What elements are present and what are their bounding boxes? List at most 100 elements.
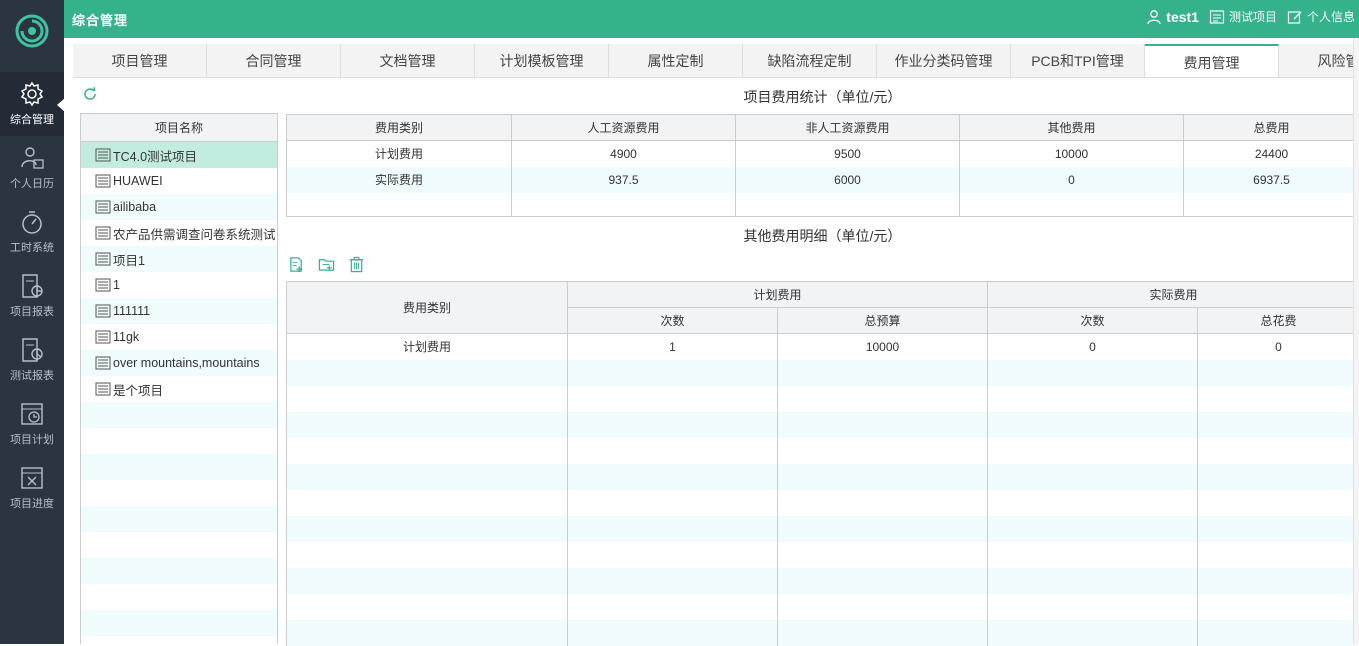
project-list-panel: 项目名称 TC4.0测试项目HUAWEIailibaba农产品供需调查问卷系统测…	[80, 113, 278, 644]
app-logo[interactable]	[0, 0, 64, 62]
tab-6[interactable]: 作业分类码管理	[877, 44, 1011, 78]
stats-cell: 0	[960, 167, 1184, 193]
profile-link[interactable]: 个人信息	[1287, 8, 1355, 25]
project-list-item[interactable]: 11gk	[81, 324, 277, 350]
empty-cell	[988, 360, 1198, 386]
sidebar-item-2[interactable]: 工时系统	[0, 200, 64, 264]
empty-cell	[287, 568, 568, 594]
sidebar-item-3[interactable]: 项目报表	[0, 264, 64, 328]
table-row[interactable]: 计划费用11000000	[287, 334, 1359, 360]
list-doc-icon	[95, 304, 111, 318]
empty-cell	[778, 464, 988, 490]
empty-cell	[1198, 386, 1359, 412]
page-scrollbar[interactable]	[1353, 38, 1359, 644]
project-list-item[interactable]: 1	[81, 272, 277, 298]
planned-count-header: 次数	[568, 308, 778, 334]
sidebar-item-1[interactable]: 个人日历	[0, 136, 64, 200]
detail-cell: 计划费用	[287, 334, 568, 360]
other-cost-detail-title: 其他费用明细（单位/元）	[286, 226, 1359, 246]
project-list-item[interactable]: ailibaba	[81, 194, 277, 220]
project-list-item[interactable]: TC4.0测试项目	[81, 142, 277, 168]
list-doc-icon	[95, 148, 111, 162]
empty-row	[81, 480, 277, 506]
empty-cell	[778, 490, 988, 516]
user-menu[interactable]: test1	[1146, 9, 1199, 25]
empty-cell	[1198, 594, 1359, 620]
table-row[interactable]: 实际费用937.5600006937.5	[287, 167, 1359, 193]
tab-9[interactable]: 风险管理	[1279, 44, 1359, 78]
refresh-icon[interactable]	[82, 86, 98, 102]
empty-row	[287, 542, 1359, 568]
swirl-logo-icon	[15, 14, 49, 48]
add-row-icon[interactable]	[288, 256, 305, 273]
project-list-item[interactable]: HUAWEI	[81, 168, 277, 194]
project-list-item[interactable]: 项目1	[81, 246, 277, 272]
delete-trash-icon[interactable]	[348, 256, 365, 273]
tab-8[interactable]: 费用管理	[1145, 44, 1279, 78]
empty-row	[287, 490, 1359, 516]
empty-row	[81, 558, 277, 584]
sidebar-item-0[interactable]: 综合管理	[0, 72, 64, 136]
empty-cell	[568, 542, 778, 568]
empty-cell	[287, 594, 568, 620]
sidebar-item-label: 项目计划	[10, 431, 54, 447]
stats-column-header: 非人工资源费用	[736, 115, 960, 141]
table-row[interactable]: 计划费用490095001000024400	[287, 141, 1359, 167]
project-name: ailibaba	[113, 200, 156, 214]
tab-4[interactable]: 属性定制	[609, 44, 743, 78]
empty-cell	[1198, 620, 1359, 646]
empty-cell	[988, 464, 1198, 490]
stats-cell: 937.5	[512, 167, 736, 193]
edit-folder-icon[interactable]	[318, 256, 335, 273]
sidebar-item-6[interactable]: 项目进度	[0, 456, 64, 520]
empty-cell	[778, 438, 988, 464]
sidebar-item-4[interactable]: 测试报表	[0, 328, 64, 392]
empty-cell	[568, 386, 778, 412]
detail-cell: 10000	[778, 334, 988, 360]
tab-3[interactable]: 计划模板管理	[475, 44, 609, 78]
test-project-link[interactable]: 测试项目	[1209, 8, 1277, 25]
sidebar-item-label: 项目报表	[10, 303, 54, 319]
tab-2[interactable]: 文档管理	[341, 44, 475, 78]
empty-cell	[960, 193, 1184, 217]
list-doc-icon	[95, 226, 111, 240]
list-doc-icon	[95, 330, 111, 344]
project-name: HUAWEI	[113, 174, 163, 188]
sidebar-item-5[interactable]: 项目计划	[0, 392, 64, 456]
empty-cell	[287, 193, 512, 217]
empty-row	[287, 464, 1359, 490]
empty-cell	[1198, 542, 1359, 568]
empty-row	[287, 620, 1359, 646]
empty-cell	[568, 490, 778, 516]
empty-cell	[988, 438, 1198, 464]
other-cost-detail-table: 费用类别 计划费用 实际费用 次数 总预算 次数 总花费 计划费用1100000…	[286, 281, 1359, 646]
project-list-item[interactable]: 111111	[81, 298, 277, 324]
cost-stats-table: 费用类别人工资源费用非人工资源费用其他费用总费用 计划费用49009500100…	[286, 114, 1359, 217]
tab-5[interactable]: 缺陷流程定制	[743, 44, 877, 78]
empty-cell	[287, 360, 568, 386]
project-list-item[interactable]: over mountains,mountains	[81, 350, 277, 376]
detail-cell: 1	[568, 334, 778, 360]
empty-cell	[988, 412, 1198, 438]
actual-count-header: 次数	[988, 308, 1198, 334]
list-doc-icon	[95, 382, 111, 396]
tab-7[interactable]: PCB和TPI管理	[1011, 44, 1145, 78]
section-title: 综合管理	[72, 10, 128, 29]
empty-cell	[568, 516, 778, 542]
project-list-item[interactable]: 农产品供需调查问卷系统测试	[81, 220, 277, 246]
detail-toolbar	[288, 256, 365, 273]
empty-cell	[287, 438, 568, 464]
actual-spent-header: 总花费	[1198, 308, 1359, 334]
project-list-item[interactable]: 是个项目	[81, 376, 277, 402]
tab-1[interactable]: 合同管理	[207, 44, 341, 78]
stats-cell: 4900	[512, 141, 736, 167]
progress-icon	[19, 465, 45, 491]
top-bar: 综合管理 test1 测试项目 个人信息	[64, 0, 1359, 38]
user-calendar-icon	[19, 145, 45, 171]
empty-cell	[568, 464, 778, 490]
empty-cell	[988, 594, 1198, 620]
cost-stats-title: 项目费用统计（单位/元）	[286, 87, 1359, 107]
empty-cell	[778, 360, 988, 386]
tab-0[interactable]: 项目管理	[73, 44, 207, 78]
stats-cell: 6000	[736, 167, 960, 193]
